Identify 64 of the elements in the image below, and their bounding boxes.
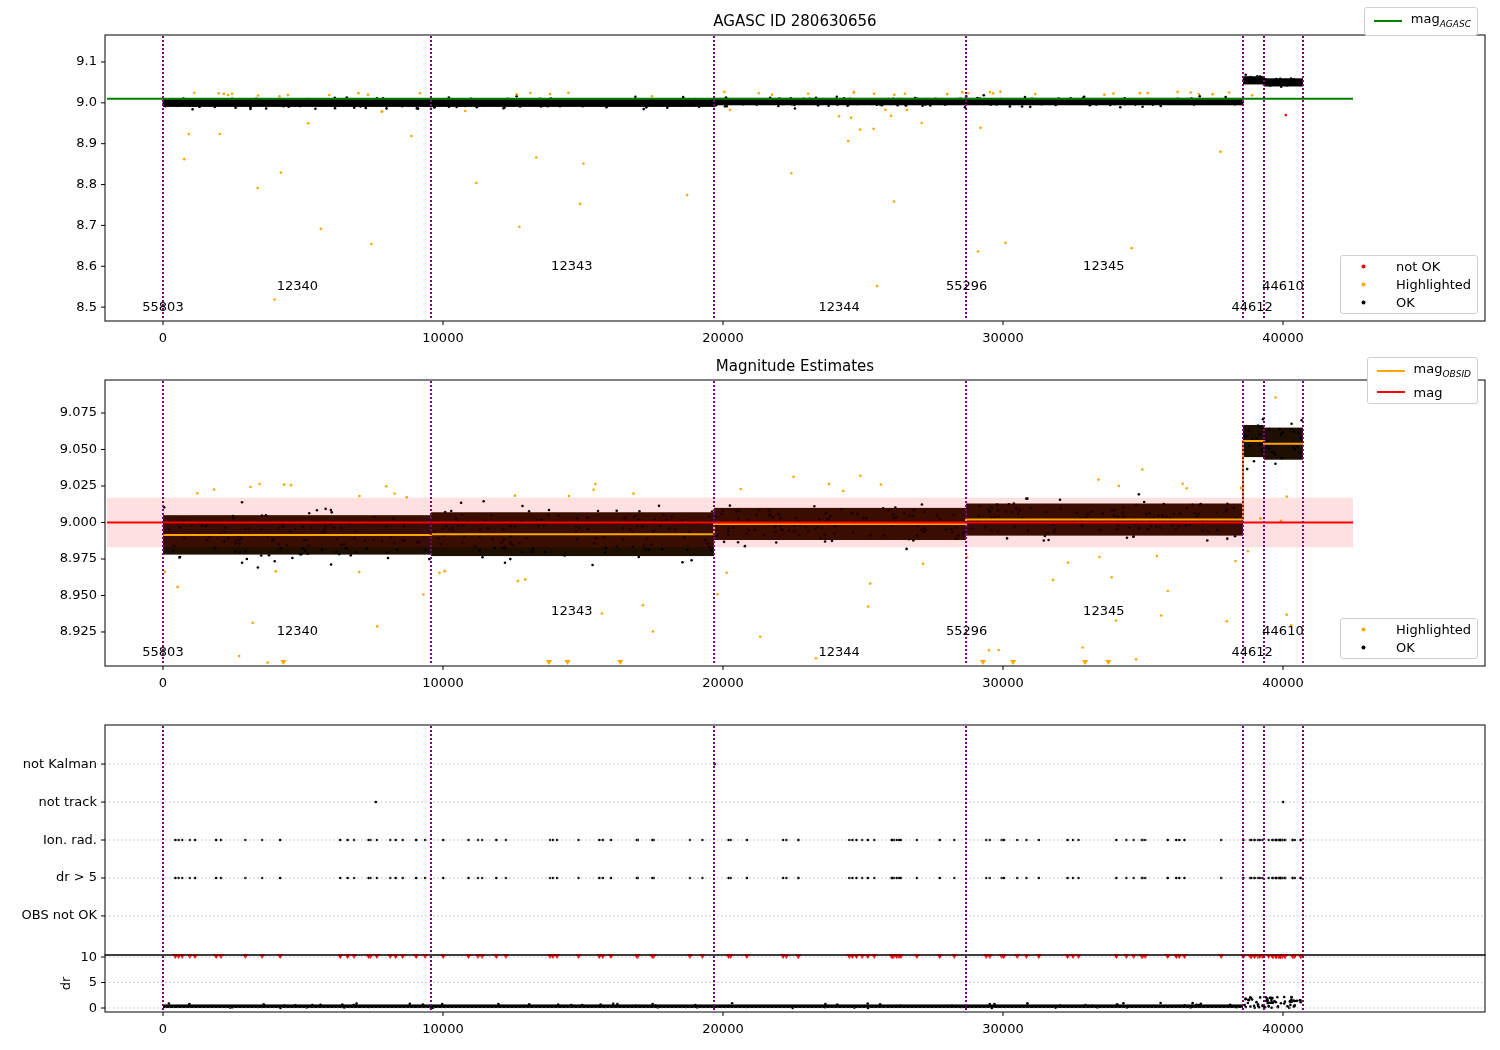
tick-label: 9.0 xyxy=(76,94,97,110)
tick-label: 40000 xyxy=(1262,1021,1304,1036)
tick-label: 9.000 xyxy=(59,514,97,529)
tick-label: OBS not OK xyxy=(21,907,97,923)
obsid-label: 12344 xyxy=(818,643,860,659)
tick-label: 9.025 xyxy=(59,477,97,493)
legend-label: OK xyxy=(1396,295,1415,310)
tick-label: 9.075 xyxy=(59,404,97,420)
legend-label: Highlighted xyxy=(1396,622,1471,637)
tick-label: 0 xyxy=(158,330,168,345)
legend-label: mag xyxy=(1413,384,1443,400)
obsid-label: 12340 xyxy=(276,278,319,294)
tick-label: 10 xyxy=(80,948,97,964)
tick-label: 20000 xyxy=(702,330,744,345)
tick-label: not track xyxy=(38,793,97,809)
tick-label: 0 xyxy=(158,1021,168,1036)
chart-title: Magnitude Estimates xyxy=(715,357,875,375)
tick-label: Ion. rad. xyxy=(43,831,97,847)
obsid-label: 55803 xyxy=(142,643,184,659)
tick-label: 10000 xyxy=(422,1021,464,1036)
chart-title: AGASC ID 280630656 xyxy=(713,12,877,30)
tick-label: 8.7 xyxy=(76,216,97,232)
tick-label: 40000 xyxy=(1262,675,1304,690)
obsid-label: 55296 xyxy=(945,278,988,294)
obsid-label: 55296 xyxy=(945,623,988,639)
tick-label: 8.9 xyxy=(76,135,97,151)
obsid-label: 55803 xyxy=(142,298,184,314)
axis-label: dr xyxy=(58,976,73,991)
legend-label: not OK xyxy=(1396,259,1441,274)
obsid-label: 12340 xyxy=(276,623,319,639)
tick-label: 9.1 xyxy=(76,53,97,69)
tick-label: 5 xyxy=(88,974,97,989)
obsid-label: 12345 xyxy=(1083,603,1125,619)
tick-label: not Kalman xyxy=(22,755,97,771)
obsid-label: 44610 xyxy=(1262,623,1304,639)
tick-label: 9.050 xyxy=(59,441,97,456)
tick-label: 8.8 xyxy=(76,176,97,192)
tick-label: 8.925 xyxy=(59,623,97,639)
tick-label: 10000 xyxy=(422,330,464,345)
tick-label: 8.950 xyxy=(59,587,97,602)
tick-label: 8.975 xyxy=(59,550,97,566)
tick-label: 40000 xyxy=(1262,330,1304,345)
obsid-label: 12343 xyxy=(551,257,593,273)
legend-label: mag$_{OBSID}$ xyxy=(1413,361,1471,381)
tick-label: 20000 xyxy=(702,1021,744,1036)
tick-label: 0 xyxy=(158,675,168,690)
obsid-label: 44610 xyxy=(1262,278,1304,294)
tick-label: 30000 xyxy=(982,1021,1024,1036)
obsid-label: 44612 xyxy=(1231,643,1273,659)
tick-label: 8.6 xyxy=(76,257,97,273)
tick-label: 10000 xyxy=(422,675,464,690)
tick-label: dr > 5 xyxy=(55,869,97,885)
legend-label: mag$_{AGASC}$ xyxy=(1410,11,1471,31)
obsid-label: 12343 xyxy=(551,603,593,619)
legend-label: Highlighted xyxy=(1396,277,1471,292)
obsid-label: 12344 xyxy=(818,298,860,314)
tick-label: 20000 xyxy=(702,675,744,690)
tick-label: 0 xyxy=(88,999,97,1015)
obsid-label: 12345 xyxy=(1083,257,1125,273)
tick-label: 30000 xyxy=(982,330,1024,345)
legend-label: OK xyxy=(1396,640,1415,655)
obsid-label: 44612 xyxy=(1231,298,1273,314)
tick-label: 8.5 xyxy=(76,298,97,314)
tick-label: 30000 xyxy=(982,675,1024,690)
